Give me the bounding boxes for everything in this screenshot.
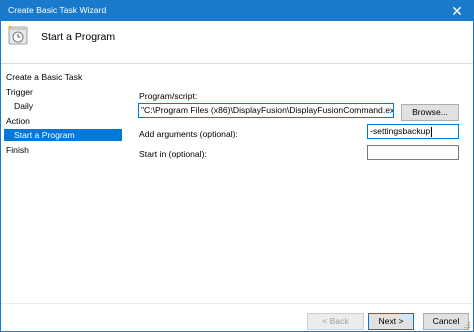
step-daily: Daily [14,101,34,111]
step-action: Action [6,116,30,126]
add-arguments-label: Add arguments (optional): [139,129,238,139]
start-in-label: Start in (optional): [139,149,207,159]
window-title: Create Basic Task Wizard [8,5,107,15]
page-heading: Start a Program [41,31,116,43]
resize-grip-icon[interactable] [463,321,471,329]
wizard-steps: Create a Basic Task Trigger Daily Action… [1,71,125,331]
step-create-basic-task: Create a Basic Task [6,72,83,82]
wizard-header: Start a Program [1,21,473,64]
program-script-input[interactable]: "C:\Program Files (x86)\DisplayFusion\Di… [138,103,394,118]
add-arguments-value: -settingsbackup [370,126,431,136]
text-caret [431,126,433,137]
browse-button[interactable]: Browse... [401,104,459,121]
back-button[interactable]: < Back [307,313,364,330]
title-bar: Create Basic Task Wizard ✕ [1,1,473,21]
footer-divider [1,303,473,304]
task-clock-icon [8,25,28,45]
step-finish: Finish [6,145,29,155]
wizard-window: Create Basic Task Wizard ✕ Start a Progr… [0,0,474,332]
program-script-label: Program/script: [139,91,198,101]
add-arguments-input[interactable]: -settingsbackup [367,124,459,139]
close-icon[interactable]: ✕ [445,2,469,20]
next-button[interactable]: Next > [368,313,414,330]
step-start-a-program: Start a Program [4,129,122,141]
start-in-input[interactable] [367,145,459,160]
step-trigger: Trigger [6,87,33,97]
